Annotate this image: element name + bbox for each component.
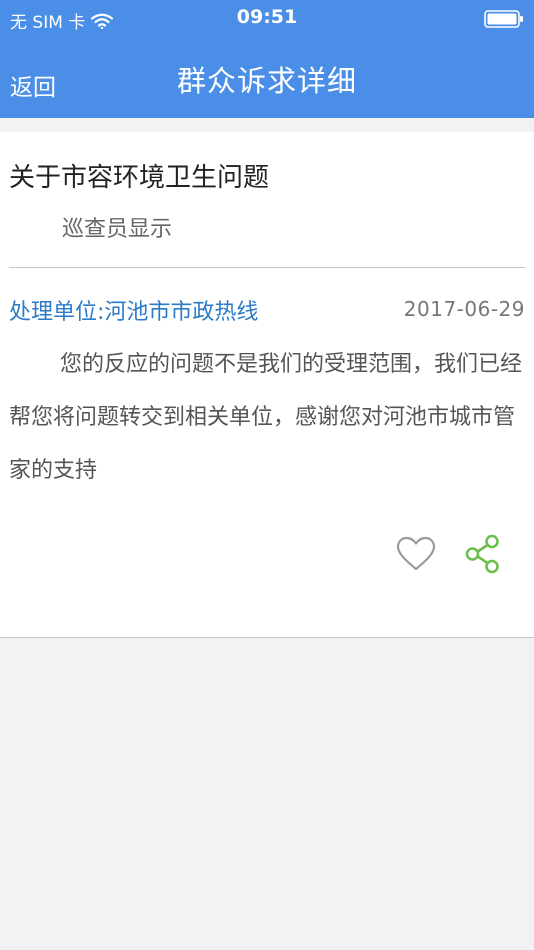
page-title: 群众诉求详细 (176, 64, 357, 98)
status-bar: 无 SIM 卡 09:51 (0, 0, 534, 40)
handling-unit-label: 处理单位:河池市市政热线 (9, 300, 259, 325)
topic-title: 关于市容环境卫生问题 (9, 163, 270, 193)
heart-outline-icon[interactable] (396, 536, 436, 572)
nav-bar: 返回 群众诉求详细 (0, 40, 534, 118)
reply-date: 2017-06-29 (403, 297, 525, 321)
status-time: 09:51 (236, 6, 298, 28)
divider (9, 267, 525, 268)
header: 无 SIM 卡 09:51 返回 群众诉求详细 (0, 0, 534, 118)
reply-body: 您的反应的问题不是我们的受理范围，我们已经帮您将问题转交到相关单位，感谢您对河池… (9, 352, 523, 483)
battery-icon (484, 10, 523, 28)
detail-card: 关于市容环境卫生问题 巡查员显示 处理单位:河池市市政热线 2017-06-29… (0, 132, 534, 638)
topic-subtitle: 巡查员显示 (62, 217, 173, 242)
share-icon[interactable] (464, 534, 502, 574)
